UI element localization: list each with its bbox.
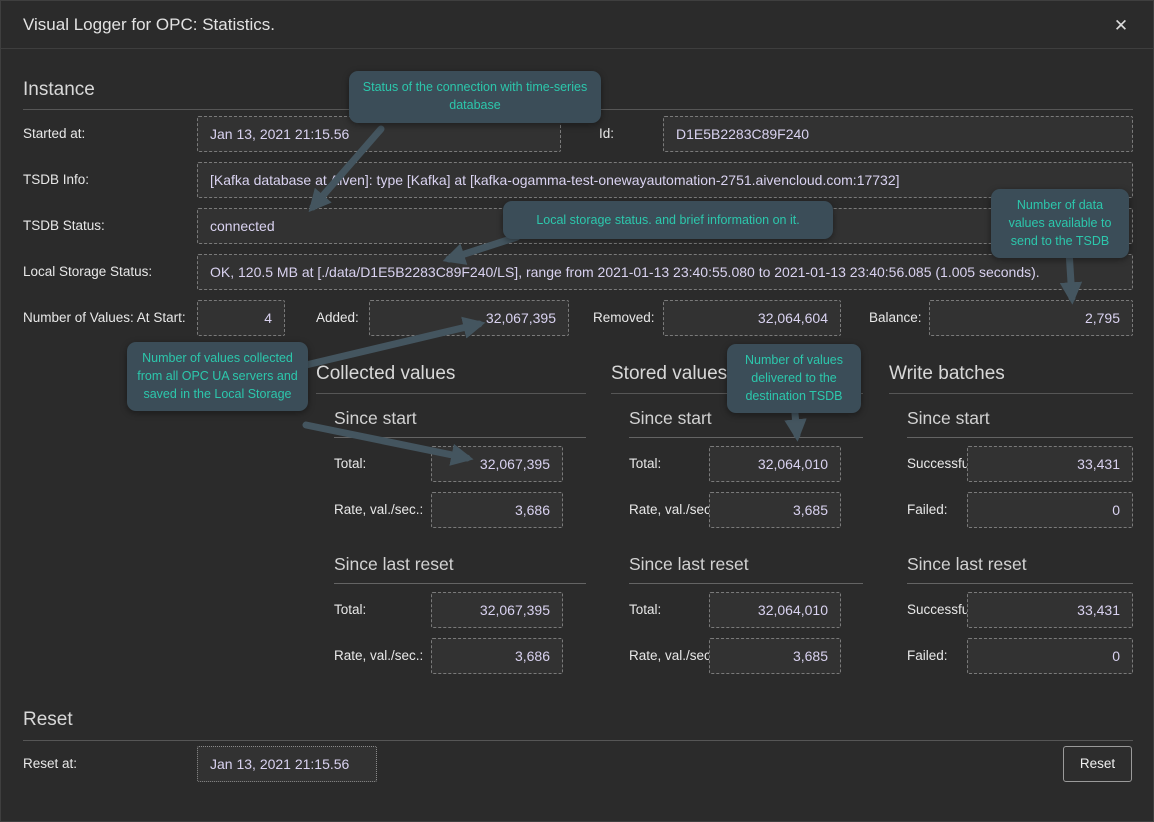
removed-field[interactable]: 32,064,604 <box>663 300 841 336</box>
added-field[interactable]: 32,067,395 <box>369 300 569 336</box>
batches-since-start-title: Since start <box>907 408 990 429</box>
batches-divider <box>889 393 1133 394</box>
stored-since-start-title: Since start <box>629 408 712 429</box>
reset-at-label: Reset at: <box>23 746 77 782</box>
local-storage-status-label: Local Storage Status: <box>23 254 152 290</box>
reset-divider <box>23 740 1133 741</box>
write-batches-title: Write batches <box>889 363 1005 385</box>
collected-since-reset-title: Since last reset <box>334 554 454 575</box>
collected-sr-rate-field[interactable]: 3,686 <box>431 638 563 674</box>
batches-since-reset-title: Since last reset <box>907 554 1027 575</box>
removed-label: Removed: <box>593 300 655 336</box>
batches-ss-successful-field[interactable]: 33,431 <box>967 446 1133 482</box>
collected-sr-total-field[interactable]: 32,067,395 <box>431 592 563 628</box>
tsdb-info-label: TSDB Info: <box>23 162 89 198</box>
batches-ss-successful-label: Successful: <box>907 446 976 482</box>
added-label: Added: <box>316 300 359 336</box>
stored-ss-rate-label: Rate, val./sec.: <box>629 492 718 528</box>
stored-since-reset-title: Since last reset <box>629 554 749 575</box>
collected-since-start-title: Since start <box>334 408 417 429</box>
stored-ss-total-field[interactable]: 32,064,010 <box>709 446 841 482</box>
started-at-label: Started at: <box>23 116 85 152</box>
stored-since-reset-divider <box>629 583 863 584</box>
number-of-values-label: Number of Values: At Start: <box>23 300 186 336</box>
stored-ss-total-label: Total: <box>629 446 661 482</box>
collected-divider <box>316 393 586 394</box>
tooltip-tsdb-status: Status of the connection with time-serie… <box>349 71 601 123</box>
stored-sr-rate-field[interactable]: 3,685 <box>709 638 841 674</box>
batches-since-start-divider <box>907 437 1133 438</box>
collected-sr-rate-label: Rate, val./sec.: <box>334 638 423 674</box>
tooltip-balance: Number of data values available to send … <box>991 189 1129 258</box>
id-field[interactable]: D1E5B2283C89F240 <box>663 116 1133 152</box>
balance-field[interactable]: 2,795 <box>929 300 1133 336</box>
batches-sr-successful-label: Successful: <box>907 592 976 628</box>
batches-sr-failed-label: Failed: <box>907 638 948 674</box>
collected-ss-rate-label: Rate, val./sec.: <box>334 492 423 528</box>
batches-sr-failed-field[interactable]: 0 <box>967 638 1133 674</box>
title-bar: Visual Logger for OPC: Statistics. ✕ <box>1 1 1153 49</box>
balance-label: Balance: <box>869 300 922 336</box>
collected-ss-rate-field[interactable]: 3,686 <box>431 492 563 528</box>
at-start-field[interactable]: 4 <box>197 300 285 336</box>
reset-button[interactable]: Reset <box>1063 746 1132 782</box>
collected-since-start-divider <box>334 437 586 438</box>
instance-section-title: Instance <box>23 79 95 101</box>
stored-ss-rate-field[interactable]: 3,685 <box>709 492 841 528</box>
reset-at-field[interactable]: Jan 13, 2021 21:15.56 <box>197 746 377 782</box>
tsdb-status-label: TSDB Status: <box>23 208 105 244</box>
stored-since-start-divider <box>629 437 863 438</box>
collected-ss-total-label: Total: <box>334 446 366 482</box>
tooltip-collected: Number of values collected from all OPC … <box>127 342 308 411</box>
batches-ss-failed-field[interactable]: 0 <box>967 492 1133 528</box>
stored-sr-total-field[interactable]: 32,064,010 <box>709 592 841 628</box>
batches-sr-successful-field[interactable]: 33,431 <box>967 592 1133 628</box>
collected-since-reset-divider <box>334 583 586 584</box>
tooltip-stored: Number of values delivered to the destin… <box>727 344 861 413</box>
tooltip-local-storage: Local storage status. and brief informat… <box>503 201 833 239</box>
statistics-dialog: Visual Logger for OPC: Statistics. ✕ Ins… <box>0 0 1154 822</box>
stored-sr-total-label: Total: <box>629 592 661 628</box>
reset-section-title: Reset <box>23 709 73 731</box>
collected-sr-total-label: Total: <box>334 592 366 628</box>
batches-ss-failed-label: Failed: <box>907 492 948 528</box>
stored-values-title: Stored values <box>611 363 727 385</box>
collected-values-title: Collected values <box>316 363 455 385</box>
close-icon[interactable]: ✕ <box>1105 10 1137 42</box>
collected-ss-total-field[interactable]: 32,067,395 <box>431 446 563 482</box>
local-storage-status-field[interactable]: OK, 120.5 MB at [./data/D1E5B2283C89F240… <box>197 254 1133 290</box>
stored-sr-rate-label: Rate, val./sec.: <box>629 638 718 674</box>
window-title: Visual Logger for OPC: Statistics. <box>23 1 275 49</box>
batches-since-reset-divider <box>907 583 1133 584</box>
id-label: Id: <box>599 116 614 152</box>
